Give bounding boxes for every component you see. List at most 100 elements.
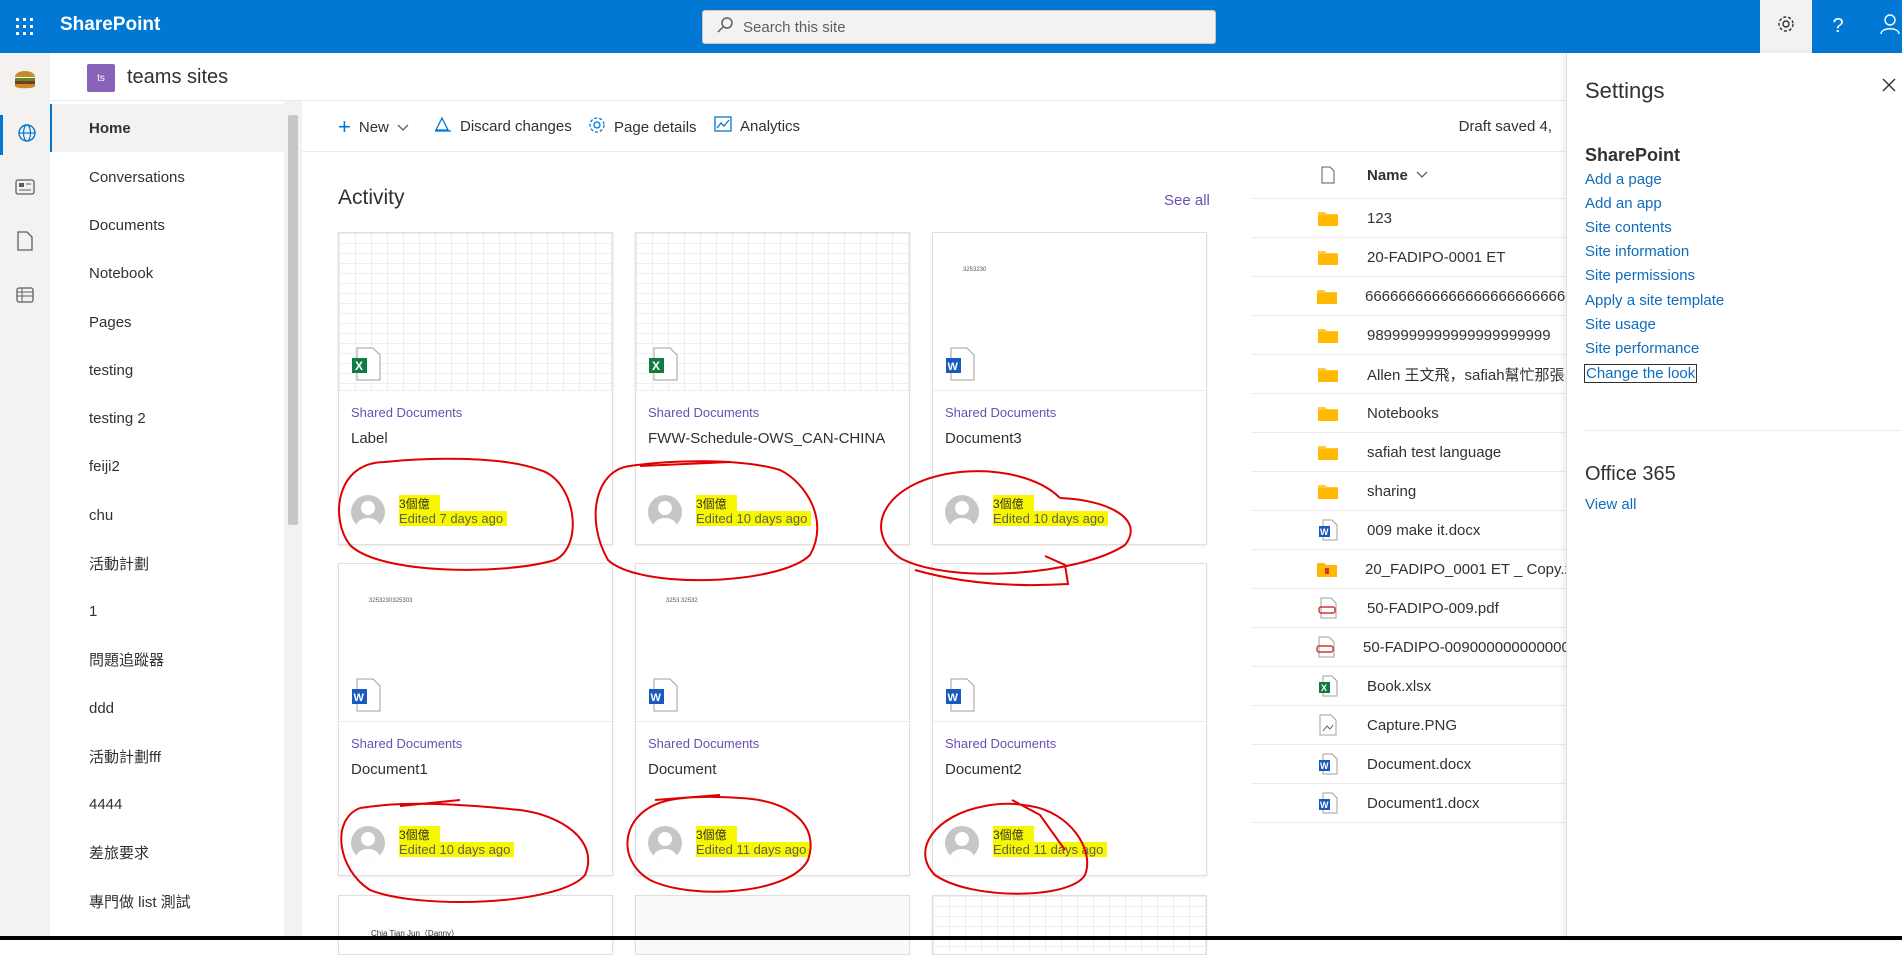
doclib-row[interactable]: X Book.xlsx — [1252, 667, 1566, 706]
activity-card[interactable]: X Shared Documents FWW-Schedule-OWS_CAN-… — [635, 232, 910, 545]
rail-files[interactable] — [0, 223, 50, 263]
nav-item-activity-plan-fff[interactable]: 活動計劃fff — [50, 732, 284, 780]
doclib-row[interactable]: 50-FADIPO-00900000000000000 — [1252, 628, 1587, 667]
doclib-row[interactable]: W Document.docx — [1252, 745, 1566, 784]
activity-card[interactable]: 3253 32532 W Shared Documents Document 3… — [635, 563, 910, 876]
search-box[interactable]: Search this site — [702, 10, 1216, 44]
doclib-row[interactable]: 9899999999999999999999 — [1252, 316, 1566, 355]
add-page-link[interactable]: Add a page — [1585, 171, 1662, 188]
rail-news[interactable] — [0, 169, 50, 209]
nav-item-list-test[interactable]: 專門做 list 測試 — [50, 877, 284, 925]
card-location[interactable]: Shared Documents — [648, 405, 759, 420]
doclib-row-name[interactable]: Allen 王文飛，safiah幫忙那張 — [1367, 364, 1565, 385]
settings-button[interactable] — [1760, 0, 1812, 53]
doclib-row[interactable]: safiah test language — [1252, 433, 1566, 472]
activity-card[interactable] — [932, 895, 1207, 955]
site-usage-link[interactable]: Site usage — [1585, 316, 1656, 333]
nav-item-testing[interactable]: testing — [50, 346, 284, 394]
card-location[interactable]: Shared Documents — [648, 736, 759, 751]
site-performance-link[interactable]: Site performance — [1585, 340, 1699, 357]
doclib-row-name[interactable]: safiah test language — [1367, 444, 1501, 461]
card-file-name[interactable]: Document1 — [351, 761, 428, 778]
doclib-row[interactable]: 20_FADIPO_0001 ET _ Copy.zip — [1252, 550, 1584, 589]
new-button[interactable]: + New — [338, 116, 409, 138]
activity-card[interactable]: 3253230325303 W Shared Documents Documen… — [338, 563, 613, 876]
nav-item-travel-request[interactable]: 差旅要求 — [50, 828, 284, 876]
doclib-row-name[interactable]: 50-FADIPO-00900000000000000 — [1363, 639, 1587, 656]
doclib-row[interactable]: W Document1.docx — [1252, 784, 1566, 823]
card-location[interactable]: Shared Documents — [945, 405, 1056, 420]
name-column-header[interactable]: Name — [1252, 152, 1566, 199]
doclib-row[interactable]: 20-FADIPO-0001 ET — [1252, 238, 1566, 277]
doclib-row-name[interactable]: 6666666666666666666666666 — [1365, 288, 1574, 305]
close-icon[interactable] — [1881, 77, 1901, 97]
discard-changes-button[interactable]: Discard changes — [434, 116, 572, 136]
activity-card[interactable]: Chia Tian Jun（Danny） — [338, 895, 613, 955]
doclib-row-name[interactable]: 20_FADIPO_0001 ET _ Copy.zip — [1365, 561, 1584, 578]
add-app-link[interactable]: Add an app — [1585, 195, 1662, 212]
apply-site-template-link[interactable]: Apply a site template — [1585, 292, 1724, 309]
doclib-row[interactable]: Notebooks — [1252, 394, 1566, 433]
nav-item-conversations[interactable]: Conversations — [50, 153, 284, 201]
doclib-row[interactable]: 50-FADIPO-009.pdf — [1252, 589, 1566, 628]
nav-item-activity-plan[interactable]: 活動計劃 — [50, 539, 284, 587]
card-location[interactable]: Shared Documents — [945, 736, 1056, 751]
card-file-name[interactable]: Document3 — [945, 430, 1022, 447]
doclib-row-name[interactable]: sharing — [1367, 483, 1416, 500]
nav-scroll-thumb[interactable] — [288, 115, 298, 525]
activity-card[interactable] — [635, 895, 910, 955]
site-information-link[interactable]: Site information — [1585, 243, 1689, 260]
activity-card[interactable]: W Shared Documents Document2 3個億 Edited … — [932, 563, 1207, 876]
help-button[interactable]: ? — [1812, 0, 1864, 53]
doclib-row[interactable]: Capture.PNG — [1252, 706, 1566, 745]
rail-lists[interactable] — [0, 277, 50, 317]
nav-item-pages[interactable]: Pages — [50, 298, 284, 346]
activity-card[interactable]: X Shared Documents Label 3個億 Edited 7 da… — [338, 232, 613, 545]
nav-item-documents[interactable]: Documents — [50, 201, 284, 249]
nav-item-testing-2[interactable]: testing 2 — [50, 394, 284, 442]
card-file-name[interactable]: Label — [351, 430, 388, 447]
doclib-row-name[interactable]: 009 make it.docx — [1367, 522, 1480, 539]
site-contents-link[interactable]: Site contents — [1585, 219, 1672, 236]
nav-item-notebook[interactable]: Notebook — [50, 249, 284, 297]
activity-card[interactable]: 3253230 W Shared Documents Document3 3個億… — [932, 232, 1207, 545]
see-all-link[interactable]: See all — [1164, 192, 1210, 209]
change-the-look-link[interactable]: Change the look — [1584, 364, 1698, 383]
doclib-row-name[interactable]: 123 — [1367, 210, 1392, 227]
doclib-row[interactable]: 123 — [1252, 199, 1566, 238]
nav-item-feiji2[interactable]: feiji2 — [50, 442, 284, 490]
nav-item-chu[interactable]: chu — [50, 491, 284, 539]
page-details-button[interactable]: Page details — [588, 116, 697, 138]
nav-item-4444[interactable]: 4444 — [50, 780, 284, 828]
doclib-row[interactable]: W 009 make it.docx — [1252, 511, 1566, 550]
card-file-name[interactable]: Document — [648, 761, 716, 778]
rail-site-logo[interactable] — [0, 61, 50, 101]
card-file-name[interactable]: FWW-Schedule-OWS_CAN-CHINA — [648, 430, 885, 447]
doclib-row[interactable]: Allen 王文飛，safiah幫忙那張 — [1252, 355, 1566, 394]
doclib-row-name[interactable]: Capture.PNG — [1367, 717, 1457, 734]
nav-item-1[interactable]: 1 — [50, 587, 284, 635]
rail-sites[interactable] — [0, 115, 50, 155]
card-location[interactable]: Shared Documents — [351, 405, 462, 420]
doclib-row[interactable]: 6666666666666666666666666 — [1252, 277, 1574, 316]
site-logo[interactable]: ts — [87, 64, 115, 92]
card-location[interactable]: Shared Documents — [351, 736, 462, 751]
doclib-row-name[interactable]: 9899999999999999999999 — [1367, 327, 1551, 344]
nav-scrollbar[interactable] — [284, 101, 302, 940]
nav-item-issue-tracker[interactable]: 問題追蹤器 — [50, 635, 284, 683]
doclib-row[interactable]: sharing — [1252, 472, 1566, 511]
view-all-link[interactable]: View all — [1585, 496, 1636, 513]
waffle-icon[interactable] — [0, 0, 50, 53]
nav-item-home[interactable]: Home — [50, 104, 284, 152]
app-brand[interactable]: SharePoint — [60, 14, 160, 36]
card-file-name[interactable]: Document2 — [945, 761, 1022, 778]
nav-item-ddd[interactable]: ddd — [50, 684, 284, 732]
doclib-row-name[interactable]: Document.docx — [1367, 756, 1471, 773]
doclib-row-name[interactable]: Document1.docx — [1367, 795, 1480, 812]
doclib-row-name[interactable]: 20-FADIPO-0001 ET — [1367, 249, 1505, 266]
site-title[interactable]: teams sites — [127, 66, 228, 89]
search-input[interactable]: Search this site — [743, 19, 846, 36]
doclib-row-name[interactable]: 50-FADIPO-009.pdf — [1367, 600, 1499, 617]
doclib-row-name[interactable]: Notebooks — [1367, 405, 1439, 422]
analytics-button[interactable]: Analytics — [714, 116, 800, 136]
